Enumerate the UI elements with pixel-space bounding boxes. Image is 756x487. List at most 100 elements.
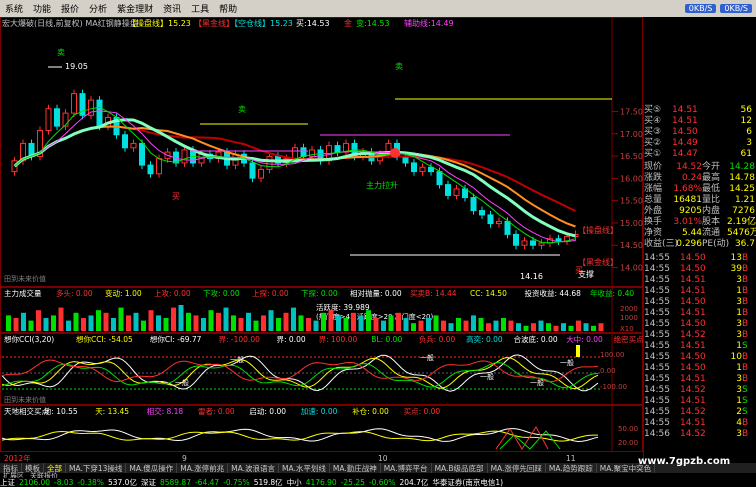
price-label-7: 14.00 [620,264,643,273]
quote-cell: 3 [746,138,752,148]
indicator-tab-6[interactable]: MA.波浪语言 [228,463,279,473]
quote-cell: B [742,264,749,274]
candle-body [292,147,298,160]
tick-row: 14:55 14.51 1 S [644,396,756,407]
header-item-0: 【操盘线】15.23 [128,18,191,28]
upload-speed-badge: 0KB/S [720,4,752,13]
quote-cell: 14.50 [680,319,706,329]
tiandi-item-8: 买点: 0.00 [404,407,441,416]
indicator-tab-8[interactable]: MA.勤庄战神 [330,463,381,473]
volume-bar [313,320,319,331]
indicator-tab-4[interactable]: MA.傻瓜操作 [126,463,178,473]
menu-item-analysis[interactable]: 分析 [84,2,112,15]
bid-row: 买② 14.49 3 [644,138,756,149]
quote-cell: 最低 [702,184,721,194]
quote-cell: 14.50 [680,352,706,362]
quote-cell: 1 [736,308,742,318]
volume-bar [568,325,574,331]
quote-cell: 14:55 [644,341,670,351]
volume-bar [133,312,139,331]
menu-item-tools[interactable]: 工具 [186,2,214,15]
candle-body [139,142,145,166]
volume-bar [223,307,229,331]
cci-item-2: 界: -100.00 [219,335,261,344]
status-item-9: 519.8亿 [253,478,283,487]
indicator-tab-7[interactable]: MA.水平划线 [279,463,330,473]
candle-body [71,93,77,114]
quote-cell: 14:55 [644,407,670,417]
signal-mark-1: 买 [172,192,180,201]
quote-cell: 现价 [644,162,663,172]
quote-cell: 14.50 [680,363,706,373]
menu-item-finance[interactable]: 紫金理财 [112,2,158,15]
cci-item-8: 合波底: 0.00 [514,334,558,344]
tiandi-item-7: 补仓: 0.00 [352,406,389,416]
quote-cell: 14.52 [680,429,706,439]
index-status-bar: 上证 2106.00 -8.03 -0.38% 537.0亿 深证 8589.87 -64.4… [0,478,756,487]
quote-cell: 3 [736,374,742,384]
quote-cell: 换手 [644,217,663,227]
quote-cell: 36.7 [734,239,755,249]
volume-bar [523,325,529,331]
cci-item-1: 想你CI: -69.77 [150,334,202,344]
tiandi-line-yellow [1,430,598,442]
quote-cell: 3 [736,297,742,307]
indicator-tab-5[interactable]: MA.涨停前兆 [177,463,229,473]
volume-bar [186,312,191,331]
volume-bar [103,312,109,331]
quote-cell: B [742,352,749,362]
cci-mark-1: 一般 [175,378,189,387]
volume-bar [73,312,79,331]
menu-item-help[interactable]: 帮助 [214,2,242,15]
candle-body [249,162,256,179]
volume-bar [433,315,439,331]
indicator-tab-11[interactable]: MA.涨停先回踩 [488,463,546,473]
tiandi-axis-0: 50.00 [618,425,638,433]
candle-body [487,214,494,225]
cci-item-4: 界: 100.00 [319,335,358,344]
quote-cell: PE(动) [702,239,730,249]
date-label-2: 10 [378,454,388,463]
quote-cell: 14:55 [644,275,670,285]
volume-bar [238,318,244,331]
price-label-6: 14.50 [620,241,643,250]
indicator-tab-10[interactable]: MA.B级品底部 [432,463,488,473]
status-item-3: -0.38% [77,478,104,487]
activity-label: 活跃度: 39.989 [316,302,370,312]
quote-cell: B [742,429,749,439]
menu-item-system[interactable]: 系统 [0,2,28,15]
quote-cell: 14.50 [680,253,706,263]
volume-bar [118,307,124,331]
date-label-1: 9 [182,454,187,463]
status-item-1: 2106.00 [19,478,51,487]
quote-cell: 14.52 [680,407,706,417]
volume-bar [291,307,296,331]
quote-cell: 1 [736,286,742,296]
menu-item-news[interactable]: 资讯 [158,2,186,15]
quote-cell: 量比 [702,195,721,205]
candle-body [530,240,536,246]
indicator-tab-3[interactable]: MA.下穿13操线 [66,463,127,473]
header-item-6: 辅助线:14.49 [404,18,454,28]
tick-row: 14:55 14.51 3 B [644,374,756,385]
menu-item-quote[interactable]: 报价 [56,2,84,15]
indicator-tab-12[interactable]: MA.趋势跟踪 [546,463,597,473]
signal-mark-3: 卖 [395,62,403,71]
bid-row: 买③ 14.50 6 [644,127,756,138]
tiandi-item-6: 加速: 0.00 [301,406,338,416]
quote-cell: B [742,286,749,296]
status-item-7: -64.47 [194,478,220,487]
cci-flag-text: 田到未来价值 [4,395,46,404]
price-label-3: 16.00 [620,174,643,183]
kline-chart[interactable]: 宏大爆破(日线,前复权) MA红钢静操盘【操盘线】15.23 【黑金线】【空仓线】… [0,17,643,463]
quote-cell: B [742,418,749,428]
tiandi-item-1: 地: 10.55 [44,406,78,416]
quote-cell: 4 [736,418,742,428]
volume-bar [388,315,394,331]
menu-item-function[interactable]: 功能 [28,2,56,15]
quote-cell: S [742,341,748,351]
tick-row: 14:55 14.50 39 B [644,264,756,275]
indicator-tab-9[interactable]: MA.博弈平台 [381,463,432,473]
volume-bar [418,320,424,331]
quote-cell: 0.296 [676,239,702,249]
